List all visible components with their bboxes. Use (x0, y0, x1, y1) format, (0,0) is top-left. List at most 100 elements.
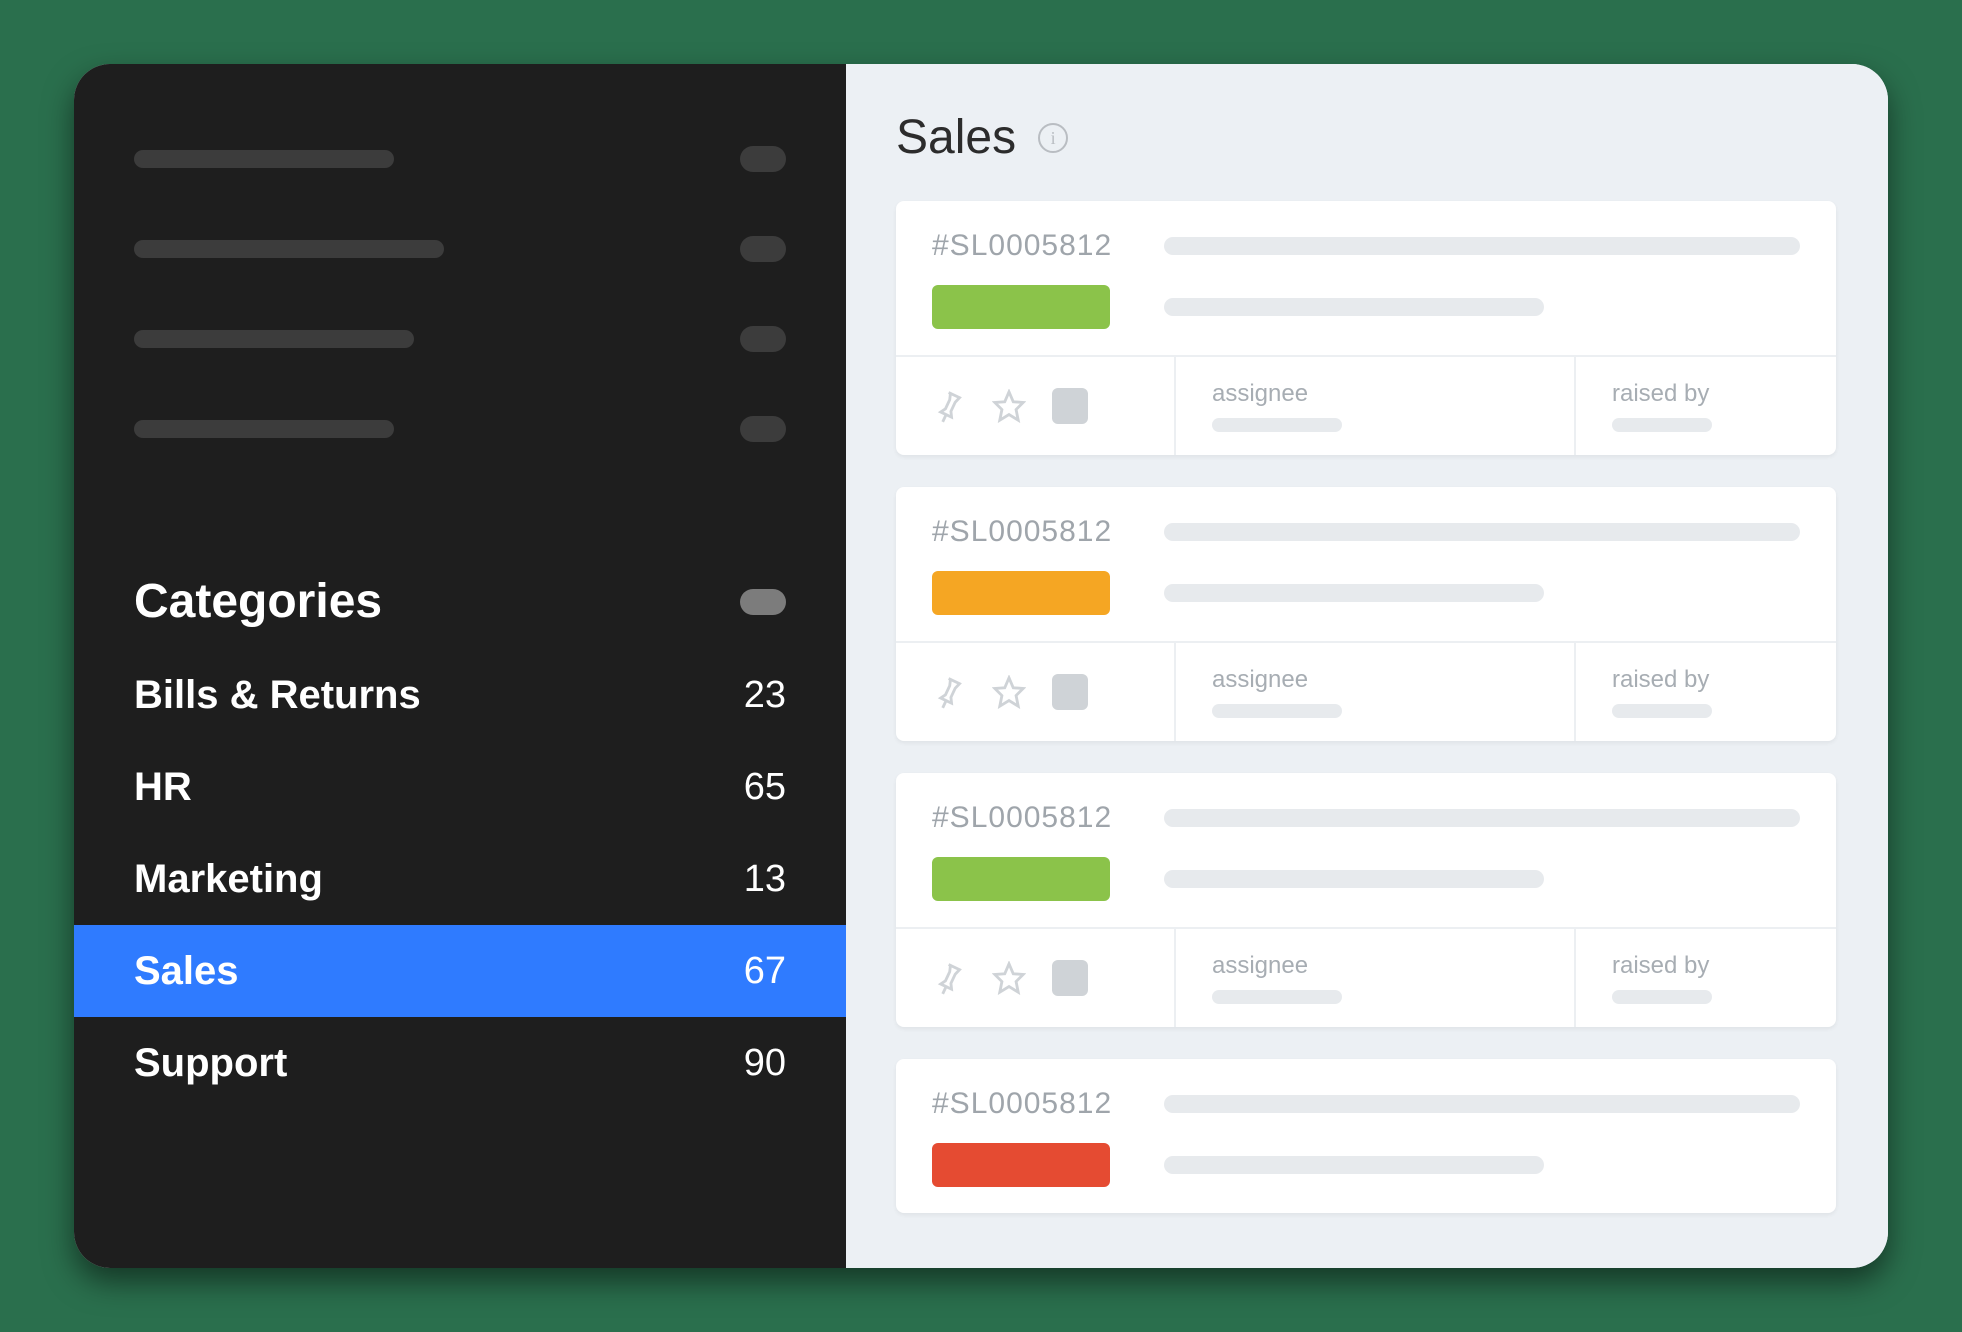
sidebar-section-header: Categories (74, 514, 846, 649)
sidebar-item-count: 67 (744, 950, 786, 993)
assignee-label: assignee (1212, 666, 1538, 694)
sidebar-item-count: 65 (744, 766, 786, 809)
color-square-icon[interactable] (1052, 674, 1088, 710)
ticket-id: #SL0005812 (932, 801, 1164, 835)
sidebar-item-count: 23 (744, 674, 786, 717)
ticket-header-row: #SL0005812 (932, 1087, 1800, 1121)
main-panel: Sales i #SL0005812 (846, 64, 1888, 1268)
info-icon[interactable]: i (1038, 123, 1068, 153)
ticket-id: #SL0005812 (932, 1087, 1164, 1121)
sidebar-item-bills-returns[interactable]: Bills & Returns 23 (74, 649, 846, 741)
color-square-icon[interactable] (1052, 960, 1088, 996)
ticket-status-row (932, 285, 1800, 329)
sidebar-item-sales[interactable]: Sales 67 (74, 925, 846, 1017)
ticket-header-row: #SL0005812 (932, 515, 1800, 549)
page-title: Sales (896, 110, 1016, 165)
ticket-id: #SL0005812 (932, 229, 1164, 263)
sidebar-section-title: Categories (134, 574, 382, 629)
placeholder-bar (134, 240, 444, 258)
sidebar-item-support[interactable]: Support 90 (74, 1017, 846, 1109)
color-square-icon[interactable] (1052, 388, 1088, 424)
ticket-id: #SL0005812 (932, 515, 1164, 549)
pin-icon[interactable] (932, 675, 966, 709)
sidebar-item-hr[interactable]: HR 65 (74, 741, 846, 833)
placeholder-bar (1164, 1095, 1800, 1113)
placeholder-bar (1164, 870, 1544, 888)
ticket-status-row (932, 857, 1800, 901)
ticket-card[interactable]: #SL0005812 (896, 201, 1836, 455)
placeholder-bar (1164, 584, 1544, 602)
placeholder-bar (1164, 1156, 1544, 1174)
ticket-assignee-cell: assignee (1176, 357, 1576, 455)
placeholder-bar (1612, 990, 1712, 1004)
sidebar-placeholder-row (134, 114, 786, 204)
sidebar-item-count: 13 (744, 858, 786, 901)
ticket-list: #SL0005812 (896, 201, 1888, 1213)
placeholder-bar (1212, 418, 1342, 432)
placeholder-bar (1212, 990, 1342, 1004)
ticket-card-footer: assignee raised by (896, 641, 1836, 741)
sidebar-item-marketing[interactable]: Marketing 13 (74, 833, 846, 925)
pin-icon[interactable] (932, 389, 966, 423)
ticket-card[interactable]: #SL0005812 (896, 1059, 1836, 1213)
placeholder-bar (1164, 237, 1800, 255)
ticket-card-top: #SL0005812 (896, 773, 1836, 927)
sidebar-section-count-pill (740, 589, 786, 615)
placeholder-pill (740, 416, 786, 442)
ticket-header-row: #SL0005812 (932, 229, 1800, 263)
ticket-assignee-cell: assignee (1176, 929, 1576, 1027)
ticket-card[interactable]: #SL0005812 (896, 487, 1836, 741)
placeholder-bar (1612, 704, 1712, 718)
page-title-row: Sales i (896, 110, 1888, 165)
placeholder-bar (1212, 704, 1342, 718)
app-window: Categories Bills & Returns 23 HR 65 Mark… (74, 64, 1888, 1268)
placeholder-pill (740, 236, 786, 262)
status-chip (932, 857, 1110, 901)
placeholder-bar (1164, 809, 1800, 827)
ticket-card-footer: assignee raised by (896, 355, 1836, 455)
placeholder-bar (1612, 418, 1712, 432)
ticket-card-top: #SL0005812 (896, 487, 1836, 641)
ticket-actions (896, 643, 1176, 741)
ticket-raised-by-cell: raised by (1576, 643, 1836, 741)
ticket-header-row: #SL0005812 (932, 801, 1800, 835)
sidebar-item-count: 90 (744, 1042, 786, 1085)
sidebar-top-placeholders (74, 114, 846, 514)
status-chip (932, 571, 1110, 615)
raised-by-label: raised by (1612, 666, 1800, 694)
pin-icon[interactable] (932, 961, 966, 995)
placeholder-bar (1164, 298, 1544, 316)
ticket-assignee-cell: assignee (1176, 643, 1576, 741)
ticket-status-row (932, 1143, 1800, 1187)
sidebar-item-label: Marketing (134, 857, 323, 902)
raised-by-label: raised by (1612, 380, 1800, 408)
ticket-raised-by-cell: raised by (1576, 929, 1836, 1027)
placeholder-bar (134, 150, 394, 168)
ticket-raised-by-cell: raised by (1576, 357, 1836, 455)
placeholder-bar (134, 420, 394, 438)
ticket-card-footer: assignee raised by (896, 927, 1836, 1027)
star-icon[interactable] (992, 675, 1026, 709)
sidebar-item-label: HR (134, 765, 192, 810)
sidebar-placeholder-row (134, 204, 786, 294)
sidebar-item-label: Sales (134, 949, 239, 994)
status-chip (932, 285, 1110, 329)
placeholder-pill (740, 146, 786, 172)
ticket-card[interactable]: #SL0005812 (896, 773, 1836, 1027)
star-icon[interactable] (992, 961, 1026, 995)
ticket-card-top: #SL0005812 (896, 201, 1836, 355)
ticket-actions (896, 357, 1176, 455)
sidebar: Categories Bills & Returns 23 HR 65 Mark… (74, 64, 846, 1268)
assignee-label: assignee (1212, 952, 1538, 980)
status-chip (932, 1143, 1110, 1187)
ticket-card-top: #SL0005812 (896, 1059, 1836, 1213)
sidebar-placeholder-row (134, 294, 786, 384)
ticket-actions (896, 929, 1176, 1027)
placeholder-bar (1164, 523, 1800, 541)
star-icon[interactable] (992, 389, 1026, 423)
assignee-label: assignee (1212, 380, 1538, 408)
placeholder-bar (134, 330, 414, 348)
placeholder-pill (740, 326, 786, 352)
ticket-status-row (932, 571, 1800, 615)
sidebar-placeholder-row (134, 384, 786, 474)
